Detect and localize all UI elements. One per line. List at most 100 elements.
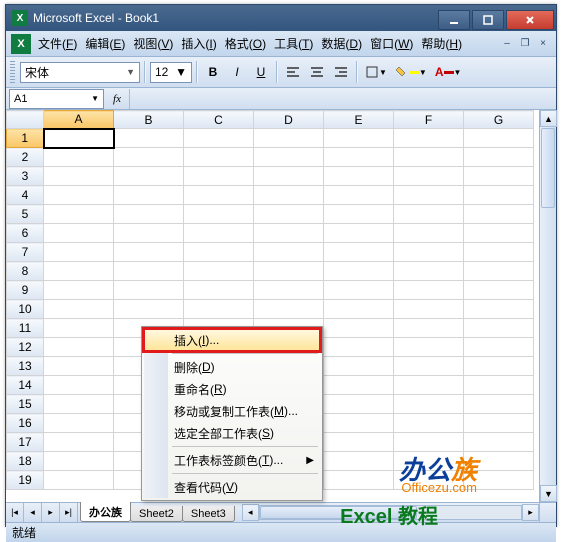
tab-nav-first[interactable]: |◂ [6,503,24,522]
cell-E17[interactable] [324,433,394,452]
menu-w[interactable]: 窗口(W) [366,32,417,55]
cell-C5[interactable] [184,205,254,224]
menu-t[interactable]: 工具(T) [270,32,317,55]
ctx-t[interactable]: 工作表标签颜色(T)...▶ [144,449,320,471]
cell-C6[interactable] [184,224,254,243]
ctx-d[interactable]: 删除(D) [144,356,320,378]
select-all-corner[interactable] [7,111,44,129]
cell-G5[interactable] [464,205,534,224]
cell-F12[interactable] [394,338,464,357]
cell-B6[interactable] [114,224,184,243]
cell-D7[interactable] [254,243,324,262]
cell-F14[interactable] [394,376,464,395]
sheet-tab-sheet3[interactable]: Sheet3 [182,506,235,522]
cell-B1[interactable] [114,129,184,148]
cell-E1[interactable] [324,129,394,148]
column-header-E[interactable]: E [324,111,394,129]
cell-F16[interactable] [394,414,464,433]
cell-G3[interactable] [464,167,534,186]
cell-E2[interactable] [324,148,394,167]
cell-A9[interactable] [44,281,114,300]
cell-D5[interactable] [254,205,324,224]
name-box[interactable]: A1▼ [9,89,104,109]
tab-nav-prev[interactable]: ◂ [24,503,42,522]
cell-G1[interactable] [464,129,534,148]
cell-F8[interactable] [394,262,464,281]
menu-d[interactable]: 数据(D) [317,32,366,55]
align-right-button[interactable] [330,61,352,83]
cell-D9[interactable] [254,281,324,300]
row-header-1[interactable]: 1 [7,129,44,148]
cell-E19[interactable] [324,471,394,490]
column-header-C[interactable]: C [184,111,254,129]
close-button[interactable] [506,10,554,30]
cell-E9[interactable] [324,281,394,300]
cell-E14[interactable] [324,376,394,395]
menu-f[interactable]: 文件(F) [34,32,81,55]
cell-A17[interactable] [44,433,114,452]
cell-B3[interactable] [114,167,184,186]
align-left-button[interactable] [282,61,304,83]
cell-E4[interactable] [324,186,394,205]
cell-G7[interactable] [464,243,534,262]
cell-D6[interactable] [254,224,324,243]
cell-G15[interactable] [464,395,534,414]
row-header-9[interactable]: 9 [7,281,44,300]
app-icon[interactable]: X [11,34,31,54]
underline-button[interactable]: U [250,61,272,83]
cell-F7[interactable] [394,243,464,262]
cell-B4[interactable] [114,186,184,205]
cell-F5[interactable] [394,205,464,224]
cell-F11[interactable] [394,319,464,338]
font-color-button[interactable]: A▼ [432,61,465,83]
ctx-m[interactable]: 移动或复制工作表(M)... [144,400,320,422]
cell-F6[interactable] [394,224,464,243]
ctx-i[interactable]: 插入(I)... [144,329,320,351]
cell-E7[interactable] [324,243,394,262]
cell-C10[interactable] [184,300,254,319]
cell-F10[interactable] [394,300,464,319]
cell-G12[interactable] [464,338,534,357]
cell-A16[interactable] [44,414,114,433]
cell-F13[interactable] [394,357,464,376]
column-header-G[interactable]: G [464,111,534,129]
cell-A6[interactable] [44,224,114,243]
cell-G9[interactable] [464,281,534,300]
cell-E12[interactable] [324,338,394,357]
cell-D8[interactable] [254,262,324,281]
cell-A8[interactable] [44,262,114,281]
cell-G13[interactable] [464,357,534,376]
cell-A15[interactable] [44,395,114,414]
cell-A2[interactable] [44,148,114,167]
cell-B5[interactable] [114,205,184,224]
formula-bar[interactable] [129,89,556,109]
cell-B10[interactable] [114,300,184,319]
cell-C9[interactable] [184,281,254,300]
font-size-selector[interactable]: 12▼ [150,62,192,83]
cell-C4[interactable] [184,186,254,205]
scroll-right-button[interactable]: ▸ [522,504,539,521]
cell-F17[interactable] [394,433,464,452]
cell-B2[interactable] [114,148,184,167]
column-header-A[interactable]: A [44,111,114,129]
cell-G2[interactable] [464,148,534,167]
row-header-11[interactable]: 11 [7,319,44,338]
cell-E15[interactable] [324,395,394,414]
doc-restore-button[interactable]: ❐ [518,37,532,51]
italic-button[interactable]: I [226,61,248,83]
vertical-scrollbar[interactable]: ▲ ▼ [539,110,556,502]
cell-E5[interactable] [324,205,394,224]
fill-color-button[interactable]: ▼ [392,61,430,83]
row-header-10[interactable]: 10 [7,300,44,319]
ctx-v[interactable]: 查看代码(V) [144,476,320,498]
cell-A11[interactable] [44,319,114,338]
bold-button[interactable]: B [202,61,224,83]
cell-G6[interactable] [464,224,534,243]
sheet-tab-sheet2[interactable]: Sheet2 [130,506,183,522]
cell-E8[interactable] [324,262,394,281]
row-header-16[interactable]: 16 [7,414,44,433]
row-header-17[interactable]: 17 [7,433,44,452]
row-header-2[interactable]: 2 [7,148,44,167]
cell-C2[interactable] [184,148,254,167]
cell-E16[interactable] [324,414,394,433]
